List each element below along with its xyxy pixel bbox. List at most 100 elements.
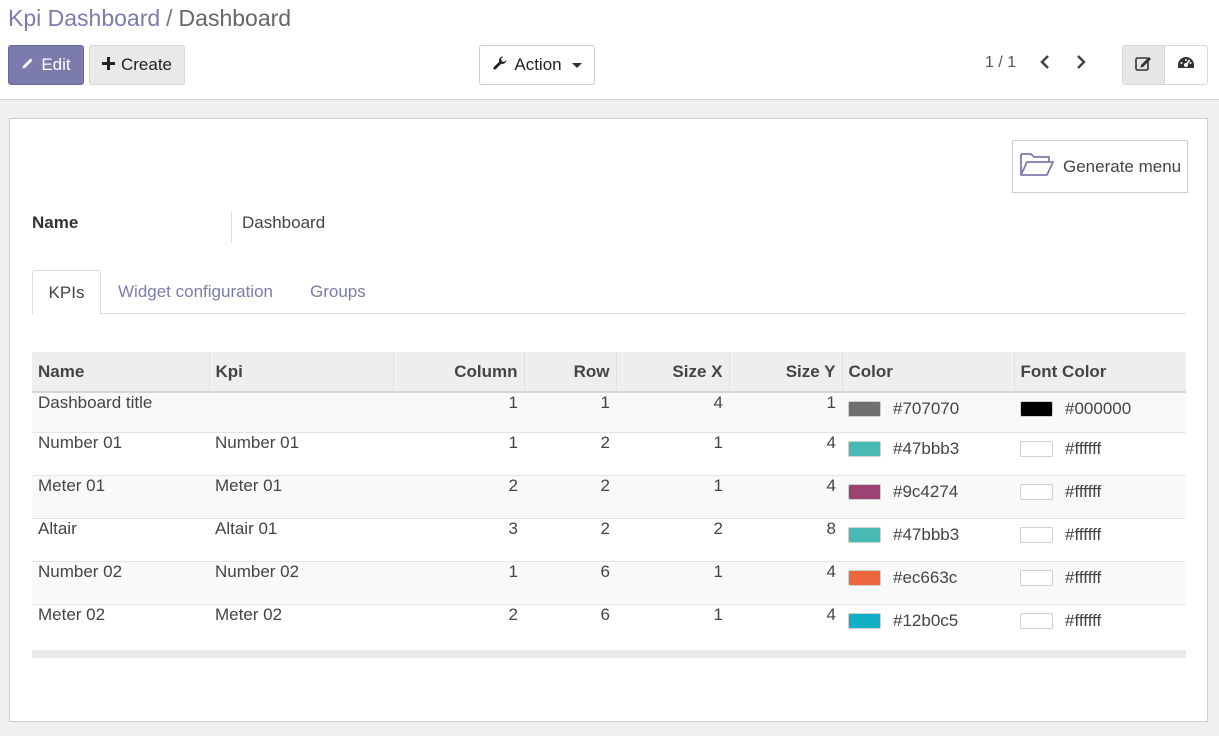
color-value: #707070	[893, 399, 960, 418]
cell-kpi: Number 01	[209, 431, 393, 475]
color-swatch	[848, 401, 881, 417]
cell-size-x: 1	[616, 560, 729, 604]
column-header-column[interactable]: Column	[393, 352, 525, 393]
column-header-size-x[interactable]: Size X	[616, 352, 730, 393]
cell-font-color: #ffffff	[1014, 560, 1186, 604]
cell-color: #ec663c	[842, 560, 1014, 604]
color-swatch	[848, 612, 881, 629]
breadcrumb-separator: /	[166, 5, 173, 31]
cell-kpi	[209, 391, 393, 432]
edit-button-label: Edit	[41, 55, 71, 74]
wrench-icon	[492, 55, 508, 76]
cell-size-y: 8	[729, 517, 842, 561]
cell-color: #12b0c5	[842, 603, 1014, 647]
cell-kpi: Meter 01	[209, 474, 393, 518]
cell-name: Meter 02	[32, 603, 209, 647]
form-view-button[interactable]	[1123, 46, 1166, 84]
cell-row: 2	[524, 431, 616, 475]
cell-name: Number 02	[32, 560, 209, 604]
tab-groups[interactable]: Groups	[310, 270, 366, 314]
breadcrumb-current: Dashboard	[178, 5, 292, 31]
breadcrumb: Kpi Dashboard / Dashboard	[8, 5, 291, 32]
cell-color: #47bbb3	[842, 517, 1014, 561]
chevron-right-icon	[1075, 54, 1087, 75]
name-field-label: Name	[32, 213, 79, 232]
edit-button[interactable]: Edit	[8, 45, 84, 85]
table-row[interactable]: Number 01 Number 01 1 2 1 4 #47bbb3 #fff…	[32, 431, 1186, 475]
field-divider	[231, 211, 232, 243]
cell-column: 1	[393, 431, 524, 475]
tab-widget-configuration[interactable]: Widget configuration	[118, 270, 273, 314]
color-value: #12b0c5	[893, 610, 959, 630]
action-dropdown[interactable]: Action	[479, 45, 595, 85]
color-value: #ec663c	[893, 567, 958, 587]
pager-previous-button[interactable]	[1031, 50, 1059, 78]
table-row[interactable]: Meter 02 Meter 02 2 6 1 4 #12b0c5 #fffff…	[32, 603, 1186, 647]
cell-row: 1	[524, 391, 616, 432]
column-header-size-y[interactable]: Size Y	[729, 352, 843, 393]
kpi-table: Name Kpi Column Row Size X Size Y Color …	[32, 352, 1186, 647]
pager-next-button[interactable]	[1067, 50, 1095, 78]
pencil-icon	[21, 55, 35, 75]
generate-menu-button[interactable]: Generate menu	[1012, 140, 1188, 193]
color-swatch	[848, 526, 881, 543]
font-color-value: #ffffff	[1065, 481, 1102, 501]
cell-kpi: Number 02	[209, 560, 393, 604]
color-swatch	[848, 569, 881, 586]
cell-size-x: 1	[616, 474, 729, 518]
action-dropdown-label: Action	[514, 55, 562, 74]
table-row[interactable]: Meter 01 Meter 01 2 2 1 4 #9c4274 #fffff…	[32, 474, 1186, 518]
column-header-font-color[interactable]: Font Color	[1014, 352, 1186, 393]
chevron-left-icon	[1039, 54, 1051, 75]
font-color-value: #ffffff	[1065, 567, 1102, 587]
font-color-swatch	[1020, 526, 1053, 543]
cell-color: #707070	[842, 391, 1014, 432]
form-sheet: Generate menu Name Dashboard KPIs Widget…	[9, 118, 1208, 722]
cell-name: Dashboard title	[32, 391, 209, 432]
font-color-swatch	[1020, 612, 1053, 629]
cell-name: Number 01	[32, 431, 209, 475]
notebook-tabs: KPIs Widget configuration Groups	[32, 270, 1186, 315]
create-button[interactable]: Create	[89, 45, 185, 85]
cell-size-y: 4	[729, 431, 842, 475]
table-row[interactable]: Number 02 Number 02 1 6 1 4 #ec663c #fff…	[32, 560, 1186, 604]
column-header-kpi[interactable]: Kpi	[209, 352, 394, 393]
cell-font-color: #ffffff	[1014, 603, 1186, 647]
column-header-color[interactable]: Color	[842, 352, 1015, 393]
table-footer	[32, 650, 1186, 658]
cell-size-x: 1	[616, 603, 729, 647]
table-row[interactable]: Altair Altair 01 3 2 2 8 #47bbb3 #ffffff	[32, 517, 1186, 561]
column-header-row[interactable]: Row	[524, 352, 617, 393]
cell-font-color: #ffffff	[1014, 431, 1186, 475]
font-color-value: #ffffff	[1065, 524, 1102, 544]
cell-size-y: 4	[729, 603, 842, 647]
cell-name: Altair	[32, 517, 209, 561]
color-value: #47bbb3	[893, 524, 960, 544]
font-color-swatch	[1020, 440, 1053, 457]
cell-row: 6	[524, 560, 616, 604]
color-swatch	[848, 440, 881, 457]
color-value: #47bbb3	[893, 438, 960, 458]
cell-kpi: Altair 01	[209, 517, 393, 561]
cell-size-y: 4	[729, 560, 842, 604]
font-color-value: #000000	[1065, 399, 1132, 418]
font-color-value: #ffffff	[1065, 610, 1102, 630]
cell-size-x: 2	[616, 517, 729, 561]
breadcrumb-parent-link[interactable]: Kpi Dashboard	[8, 5, 160, 31]
column-header-name[interactable]: Name	[32, 352, 210, 393]
cell-column: 1	[393, 560, 524, 604]
form-edit-icon	[1134, 55, 1153, 76]
font-color-swatch	[1020, 569, 1053, 586]
cell-row: 2	[524, 474, 616, 518]
dashboard-view-button[interactable]	[1165, 46, 1207, 84]
table-header-row: Name Kpi Column Row Size X Size Y Color …	[32, 352, 1186, 393]
cell-color: #9c4274	[842, 474, 1014, 518]
color-swatch	[848, 483, 881, 500]
tab-kpis[interactable]: KPIs	[32, 270, 101, 315]
cell-size-x: 1	[616, 431, 729, 475]
create-button-label: Create	[120, 55, 173, 74]
cell-size-y: 1	[729, 391, 842, 432]
table-row[interactable]: Dashboard title 1 1 4 1 #707070 #000000	[32, 391, 1186, 432]
cell-name: Meter 01	[32, 474, 209, 518]
cell-column: 2	[393, 603, 524, 647]
